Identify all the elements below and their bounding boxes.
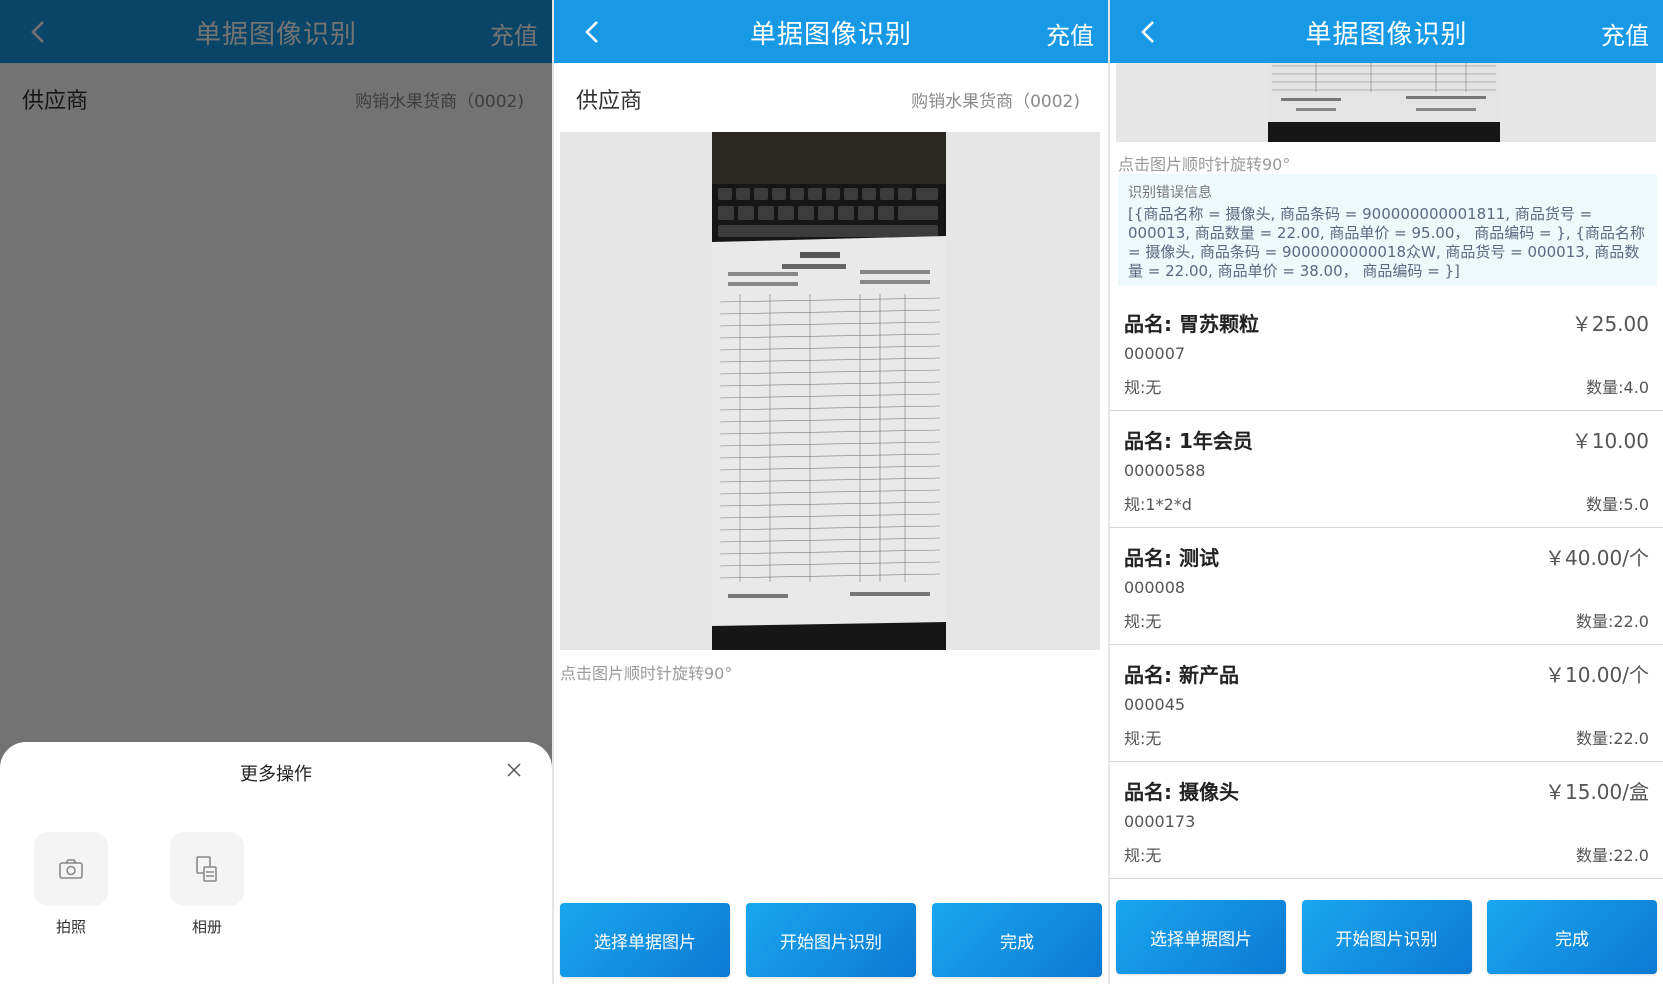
goods-item[interactable]: 品名: 胃苏颗粒 ￥25.00 000007 规:无 数量:4.0 <box>1110 294 1663 411</box>
close-button[interactable] <box>502 758 526 782</box>
goods-item[interactable]: 品名: 新产品 ￥10.00/个 000045 规:无 数量:22.0 <box>1110 645 1663 762</box>
receipt-image-panel[interactable] <box>1116 60 1656 142</box>
bottom-button-row: 选择单据图片 开始图片识别 完成 <box>560 903 1102 977</box>
error-title: 识别错误信息 <box>1128 185 1212 201</box>
done-button[interactable]: 完成 <box>932 903 1102 977</box>
close-icon <box>507 763 521 777</box>
select-image-button[interactable]: 选择单据图片 <box>560 903 730 977</box>
sheet-title: 更多操作 <box>240 764 312 785</box>
goods-item[interactable]: 品名: 测试 ￥40.00/个 000008 规:无 数量:22.0 <box>1110 528 1663 645</box>
goods-code: 000007 <box>1124 344 1186 363</box>
start-recognition-button[interactable]: 开始图片识别 <box>746 903 916 977</box>
goods-code: 000045 <box>1124 695 1186 714</box>
goods-spec: 规:无 <box>1124 378 1162 397</box>
goods-name: 品名: 新产品 <box>1124 663 1239 687</box>
camera-label: 拍照 <box>55 918 86 936</box>
bottom-button-row: 选择单据图片 开始图片识别 完成 <box>1116 900 1657 974</box>
rotate-hint: 点击图片顺时针旋转90° <box>560 664 733 683</box>
camera-action-box[interactable] <box>34 832 108 906</box>
error-text: [{商品名称 = 摄像头, 商品条码 = 900000000001811, 商品… <box>1128 205 1645 280</box>
goods-price: ￥15.00/盒 <box>1545 780 1649 804</box>
goods-spec: 规:1*2*d <box>1124 495 1192 514</box>
goods-name: 品名: 胃苏颗粒 <box>1124 312 1259 336</box>
page-title: 单据图像识别 <box>1305 20 1468 50</box>
receipt-photo[interactable] <box>560 132 1100 650</box>
recognition-error-box: 识别错误信息 [{商品名称 = 摄像头, 商品条码 = 900000000001… <box>1118 174 1657 286</box>
goods-code: 000008 <box>1124 578 1186 597</box>
screen-recognition-result: 单据图像识别 充值 点击图片顺时针旋转90° 识别错误信息 [{商品名称 = 摄… <box>1110 0 1663 984</box>
goods-price: ￥10.00/个 <box>1545 663 1649 687</box>
screen-image-preview: 单据图像识别 充值 供应商 购销水果货商（0002) 点击图片顺时针旋转90° … <box>554 0 1108 984</box>
goods-quantity: 数量:22.0 <box>1575 612 1649 631</box>
goods-price: ￥25.00 <box>1571 312 1649 336</box>
goods-quantity: 数量:5.0 <box>1586 495 1649 514</box>
goods-quantity: 数量:22.0 <box>1575 846 1649 865</box>
goods-name: 品名: 摄像头 <box>1124 780 1239 804</box>
goods-name: 品名: 1年会员 <box>1124 429 1253 453</box>
app-bar: 单据图像识别 充值 <box>1110 0 1663 63</box>
album-action-box[interactable] <box>170 832 244 906</box>
album-icon <box>196 856 217 882</box>
goods-name: 品名: 测试 <box>1124 546 1219 570</box>
recharge-button[interactable]: 充值 <box>1601 16 1649 51</box>
goods-code: 00000588 <box>1124 461 1206 480</box>
start-recognition-button[interactable]: 开始图片识别 <box>1301 900 1472 974</box>
supplier-label: 供应商 <box>576 89 643 114</box>
camera-icon <box>59 859 83 879</box>
goods-quantity: 数量:22.0 <box>1575 729 1649 748</box>
supplier-value: 购销水果货商（0002) <box>911 92 1080 112</box>
camera-action[interactable]: 拍照 <box>34 832 108 937</box>
app-bar: 单据图像识别 充值 <box>554 0 1108 63</box>
goods-quantity: 数量:4.0 <box>1586 378 1649 397</box>
goods-code: 0000173 <box>1124 812 1196 831</box>
receipt-photo[interactable] <box>1116 60 1656 142</box>
album-label: 相册 <box>191 918 222 936</box>
more-actions-sheet: 更多操作 拍照 相册 <box>0 742 552 984</box>
select-image-button[interactable]: 选择单据图片 <box>1116 900 1286 974</box>
goods-item[interactable]: 品名: 摄像头 ￥15.00/盒 0000173 规:无 数量:22.0 <box>1110 762 1663 879</box>
goods-spec: 规:无 <box>1124 729 1162 748</box>
album-action[interactable]: 相册 <box>170 832 244 937</box>
goods-spec: 规:无 <box>1124 846 1162 865</box>
done-button[interactable]: 完成 <box>1487 900 1657 974</box>
supplier-row[interactable]: 供应商 购销水果货商（0002) <box>554 63 1108 133</box>
screen-more-actions: 单据图像识别 充值 供应商 购销水果货商（0002) 更多操作 拍照 <box>0 0 552 984</box>
goods-price: ￥40.00/个 <box>1545 546 1649 570</box>
recharge-button[interactable]: 充值 <box>1046 16 1094 51</box>
rotate-hint: 点击图片顺时针旋转90° <box>1118 155 1291 174</box>
goods-spec: 规:无 <box>1124 612 1162 631</box>
goods-price: ￥10.00 <box>1571 429 1649 453</box>
receipt-image-panel[interactable] <box>560 132 1100 650</box>
goods-item[interactable]: 品名: 1年会员 ￥10.00 00000588 规:1*2*d 数量:5.0 <box>1110 411 1663 528</box>
page-title: 单据图像识别 <box>749 20 912 50</box>
